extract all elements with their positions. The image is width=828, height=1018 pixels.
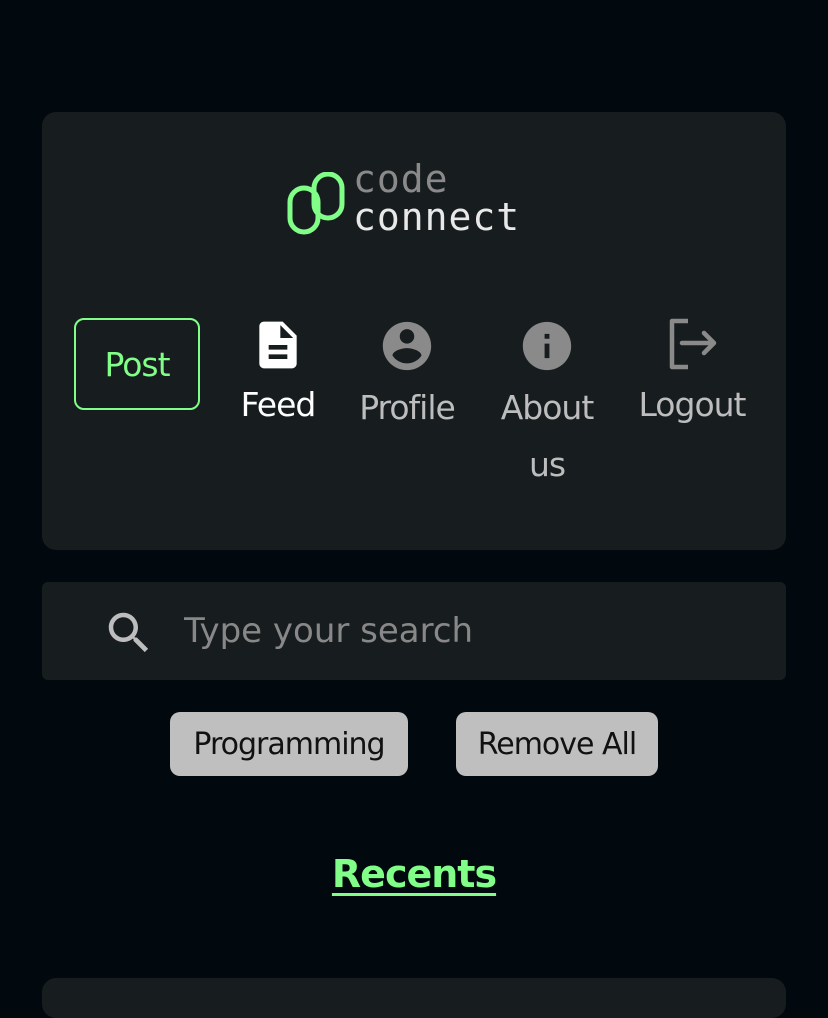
search-bar	[42, 582, 786, 680]
nav-label-profile: Profile	[359, 388, 456, 427]
account-circle-icon	[378, 317, 436, 375]
nav-label-feed: Feed	[240, 385, 317, 424]
nav-item-feed[interactable]: Feed	[228, 317, 328, 427]
post-card	[42, 978, 786, 1018]
code-connect-logo-icon	[287, 172, 345, 235]
nav-item-profile[interactable]: Profile	[347, 317, 467, 436]
logout-icon	[664, 317, 720, 373]
nav-item-about-us[interactable]: About us	[487, 317, 607, 493]
logo-word-connect: connect	[353, 195, 521, 239]
recents-heading[interactable]: Recents	[0, 852, 828, 896]
info-icon	[518, 317, 576, 375]
nav-label-logout: Logout	[638, 385, 747, 424]
logo-wordmark: code connect	[353, 160, 520, 236]
search-input[interactable]	[184, 602, 744, 660]
filter-tag-programming[interactable]: Programming	[170, 712, 408, 776]
nav-item-logout[interactable]: Logout	[627, 317, 757, 427]
navigation-card: code connect Post Feed Profile About us	[42, 112, 786, 550]
remove-all-button[interactable]: Remove All	[456, 712, 658, 776]
nav-label-about-us: About us	[500, 388, 595, 484]
logo-word-code: code	[353, 157, 449, 201]
search-icon[interactable]	[102, 606, 156, 664]
post-button[interactable]: Post	[74, 318, 200, 410]
code-connect-logo[interactable]: code connect	[286, 160, 556, 244]
document-icon	[250, 317, 306, 373]
